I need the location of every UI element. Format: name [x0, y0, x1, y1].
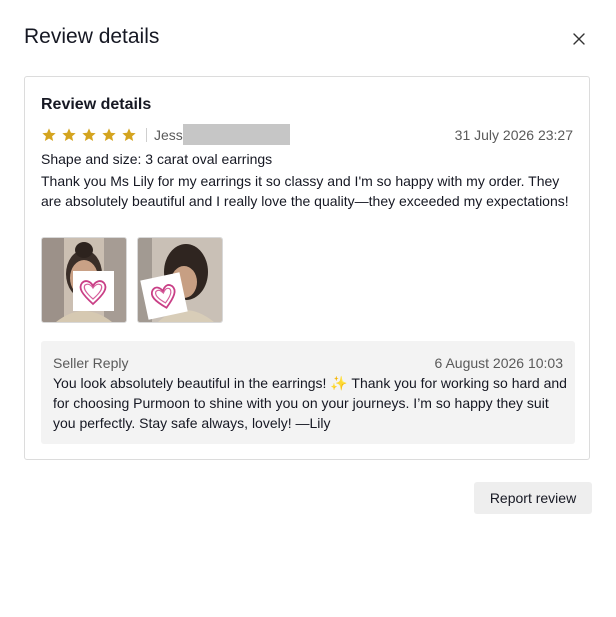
star-icon [82, 128, 96, 141]
review-photo-2[interactable] [137, 237, 223, 323]
seller-reply-date: 6 August 2026 10:03 [434, 355, 563, 371]
report-review-button[interactable]: Report review [474, 482, 592, 514]
star-icon [122, 128, 136, 141]
photo-1-image [42, 238, 126, 322]
star-icon [42, 128, 56, 141]
product-variant: Shape and size: 3 carat oval earrings [41, 151, 273, 167]
divider [146, 128, 147, 142]
review-card-title: Review details [41, 96, 152, 113]
close-button[interactable] [569, 29, 589, 49]
review-date: 31 July 2026 23:27 [454, 127, 573, 143]
seller-reply: Seller Reply 6 August 2026 10:03 You loo… [41, 341, 575, 444]
review-photo-1[interactable] [41, 237, 127, 323]
reviewer-name-mask [183, 124, 290, 145]
star-icon [62, 128, 76, 141]
star-icon [102, 128, 116, 141]
review-text: Thank you Ms Lily for my earrings it so … [41, 173, 569, 209]
photo-2-image [138, 238, 222, 322]
seller-reply-label: Seller Reply [53, 355, 129, 371]
star-rating [41, 127, 137, 143]
review-card: Review details Jess 31 July 2026 23:27 S… [24, 76, 590, 460]
close-icon[interactable] [573, 33, 585, 45]
reviewer-name: Jess [154, 127, 183, 143]
modal-title: Review details [24, 25, 160, 48]
review-details-modal: Review details Review details Jess 31 Ju… [0, 0, 616, 617]
seller-reply-text: You look absolutely beautiful in the ear… [53, 375, 567, 431]
